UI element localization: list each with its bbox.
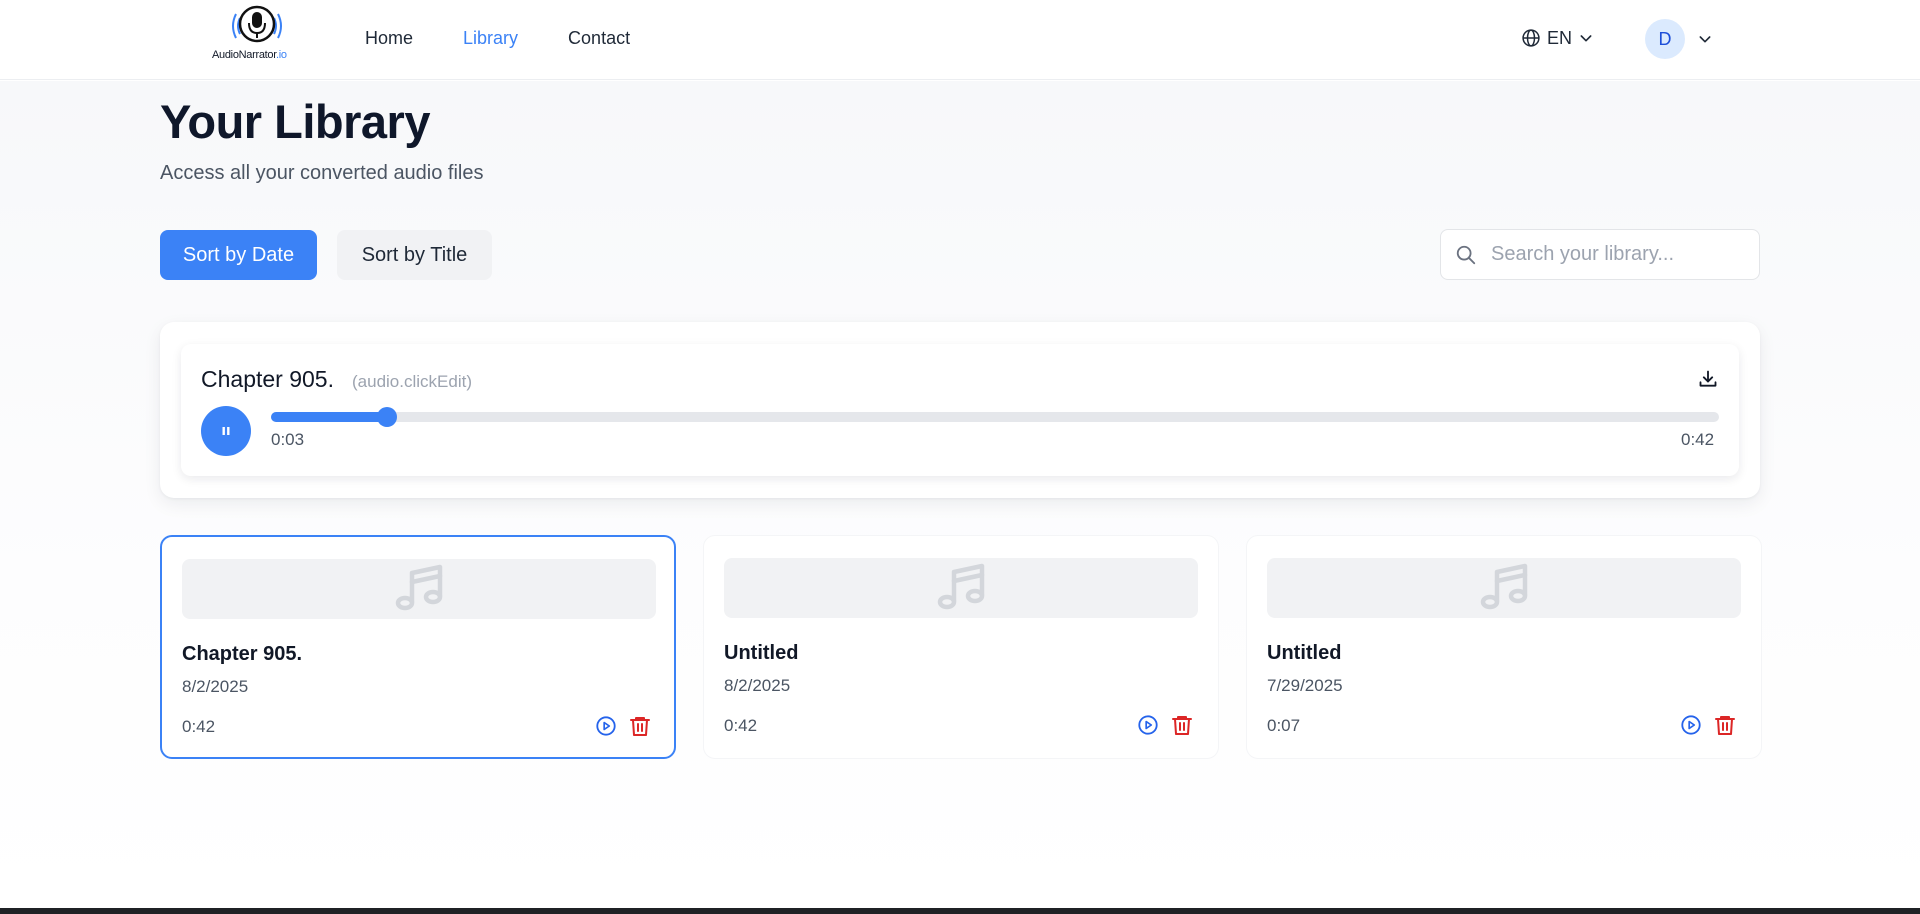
audio-card[interactable]: Chapter 905. 8/2/2025 0:42 — [160, 535, 676, 759]
search-input[interactable] — [1491, 230, 1753, 279]
card-thumbnail — [182, 559, 656, 619]
player-track-title[interactable]: Chapter 905. — [201, 366, 334, 393]
logo-wordmark: AudioNarrator.io — [212, 49, 287, 61]
music-note-icon — [1480, 563, 1528, 610]
globe-icon — [1522, 29, 1540, 47]
play-circle-icon — [1138, 715, 1158, 735]
play-circle-icon — [596, 716, 616, 736]
progress-track[interactable] — [271, 407, 1719, 427]
card-duration: 0:07 — [1267, 716, 1301, 735]
card-date: 8/2/2025 — [724, 676, 791, 695]
music-note-icon — [937, 563, 985, 610]
card-play-button[interactable] — [595, 715, 617, 742]
avatar: D — [1645, 19, 1685, 59]
current-time: 0:03 — [271, 430, 305, 449]
card-title: Untitled — [724, 642, 799, 664]
app-logo[interactable]: AudioNarrator.io — [208, 4, 298, 64]
download-icon — [1699, 370, 1717, 387]
progress-thumb[interactable] — [376, 407, 397, 427]
trash-icon — [1715, 716, 1735, 735]
player-edit-hint: (audio.clickEdit) — [352, 372, 472, 391]
search-icon — [1456, 245, 1476, 265]
nav-link-contact[interactable]: Contact — [568, 28, 630, 49]
audio-card[interactable]: Untitled 7/29/2025 0:07 — [1246, 535, 1762, 759]
card-delete-button[interactable] — [1713, 713, 1737, 742]
audio-player — [181, 344, 1739, 476]
page-subtitle: Access all your converted audio files — [160, 162, 484, 184]
page-title: Your Library — [160, 95, 430, 148]
microphone-logo-icon — [232, 5, 282, 43]
trash-icon — [630, 717, 650, 736]
sort-by-date-button[interactable]: Sort by Date — [160, 230, 317, 280]
user-menu[interactable]: D — [1645, 19, 1713, 59]
audio-card[interactable]: Untitled 8/2/2025 0:42 — [703, 535, 1219, 759]
card-date: 7/29/2025 — [1267, 676, 1343, 695]
card-duration: 0:42 — [724, 716, 758, 735]
total-duration: 0:42 — [1681, 430, 1715, 449]
language-code: EN — [1547, 27, 1573, 48]
top-navigation-bar: AudioNarrator.io Home Library Contact EN… — [0, 0, 1920, 80]
chevron-down-icon — [1699, 36, 1711, 43]
trash-icon — [1172, 716, 1192, 735]
music-note-icon — [395, 564, 443, 611]
card-play-button[interactable] — [1680, 714, 1702, 741]
pause-icon — [222, 427, 230, 435]
library-search — [1440, 229, 1760, 280]
nav-link-home[interactable]: Home — [365, 28, 413, 49]
card-date: 8/2/2025 — [182, 677, 249, 696]
pause-button[interactable] — [201, 406, 251, 456]
card-title: Untitled — [1267, 642, 1342, 664]
language-selector[interactable]: EN — [1521, 26, 1594, 50]
card-title: Chapter 905. — [182, 643, 303, 665]
card-duration: 0:42 — [182, 717, 216, 736]
play-circle-icon — [1681, 715, 1701, 735]
card-delete-button[interactable] — [628, 714, 652, 743]
window-bottom-edge — [0, 908, 1920, 914]
sort-by-title-button[interactable]: Sort by Title — [337, 230, 492, 280]
card-delete-button[interactable] — [1170, 713, 1194, 742]
card-play-button[interactable] — [1137, 714, 1159, 741]
download-button[interactable] — [1698, 369, 1718, 394]
main-nav: Home Library Contact — [365, 28, 630, 49]
card-thumbnail — [724, 558, 1198, 618]
card-thumbnail — [1267, 558, 1741, 618]
progress-fill — [271, 412, 387, 422]
nav-link-library[interactable]: Library — [463, 28, 518, 49]
chevron-down-icon — [1580, 35, 1592, 42]
